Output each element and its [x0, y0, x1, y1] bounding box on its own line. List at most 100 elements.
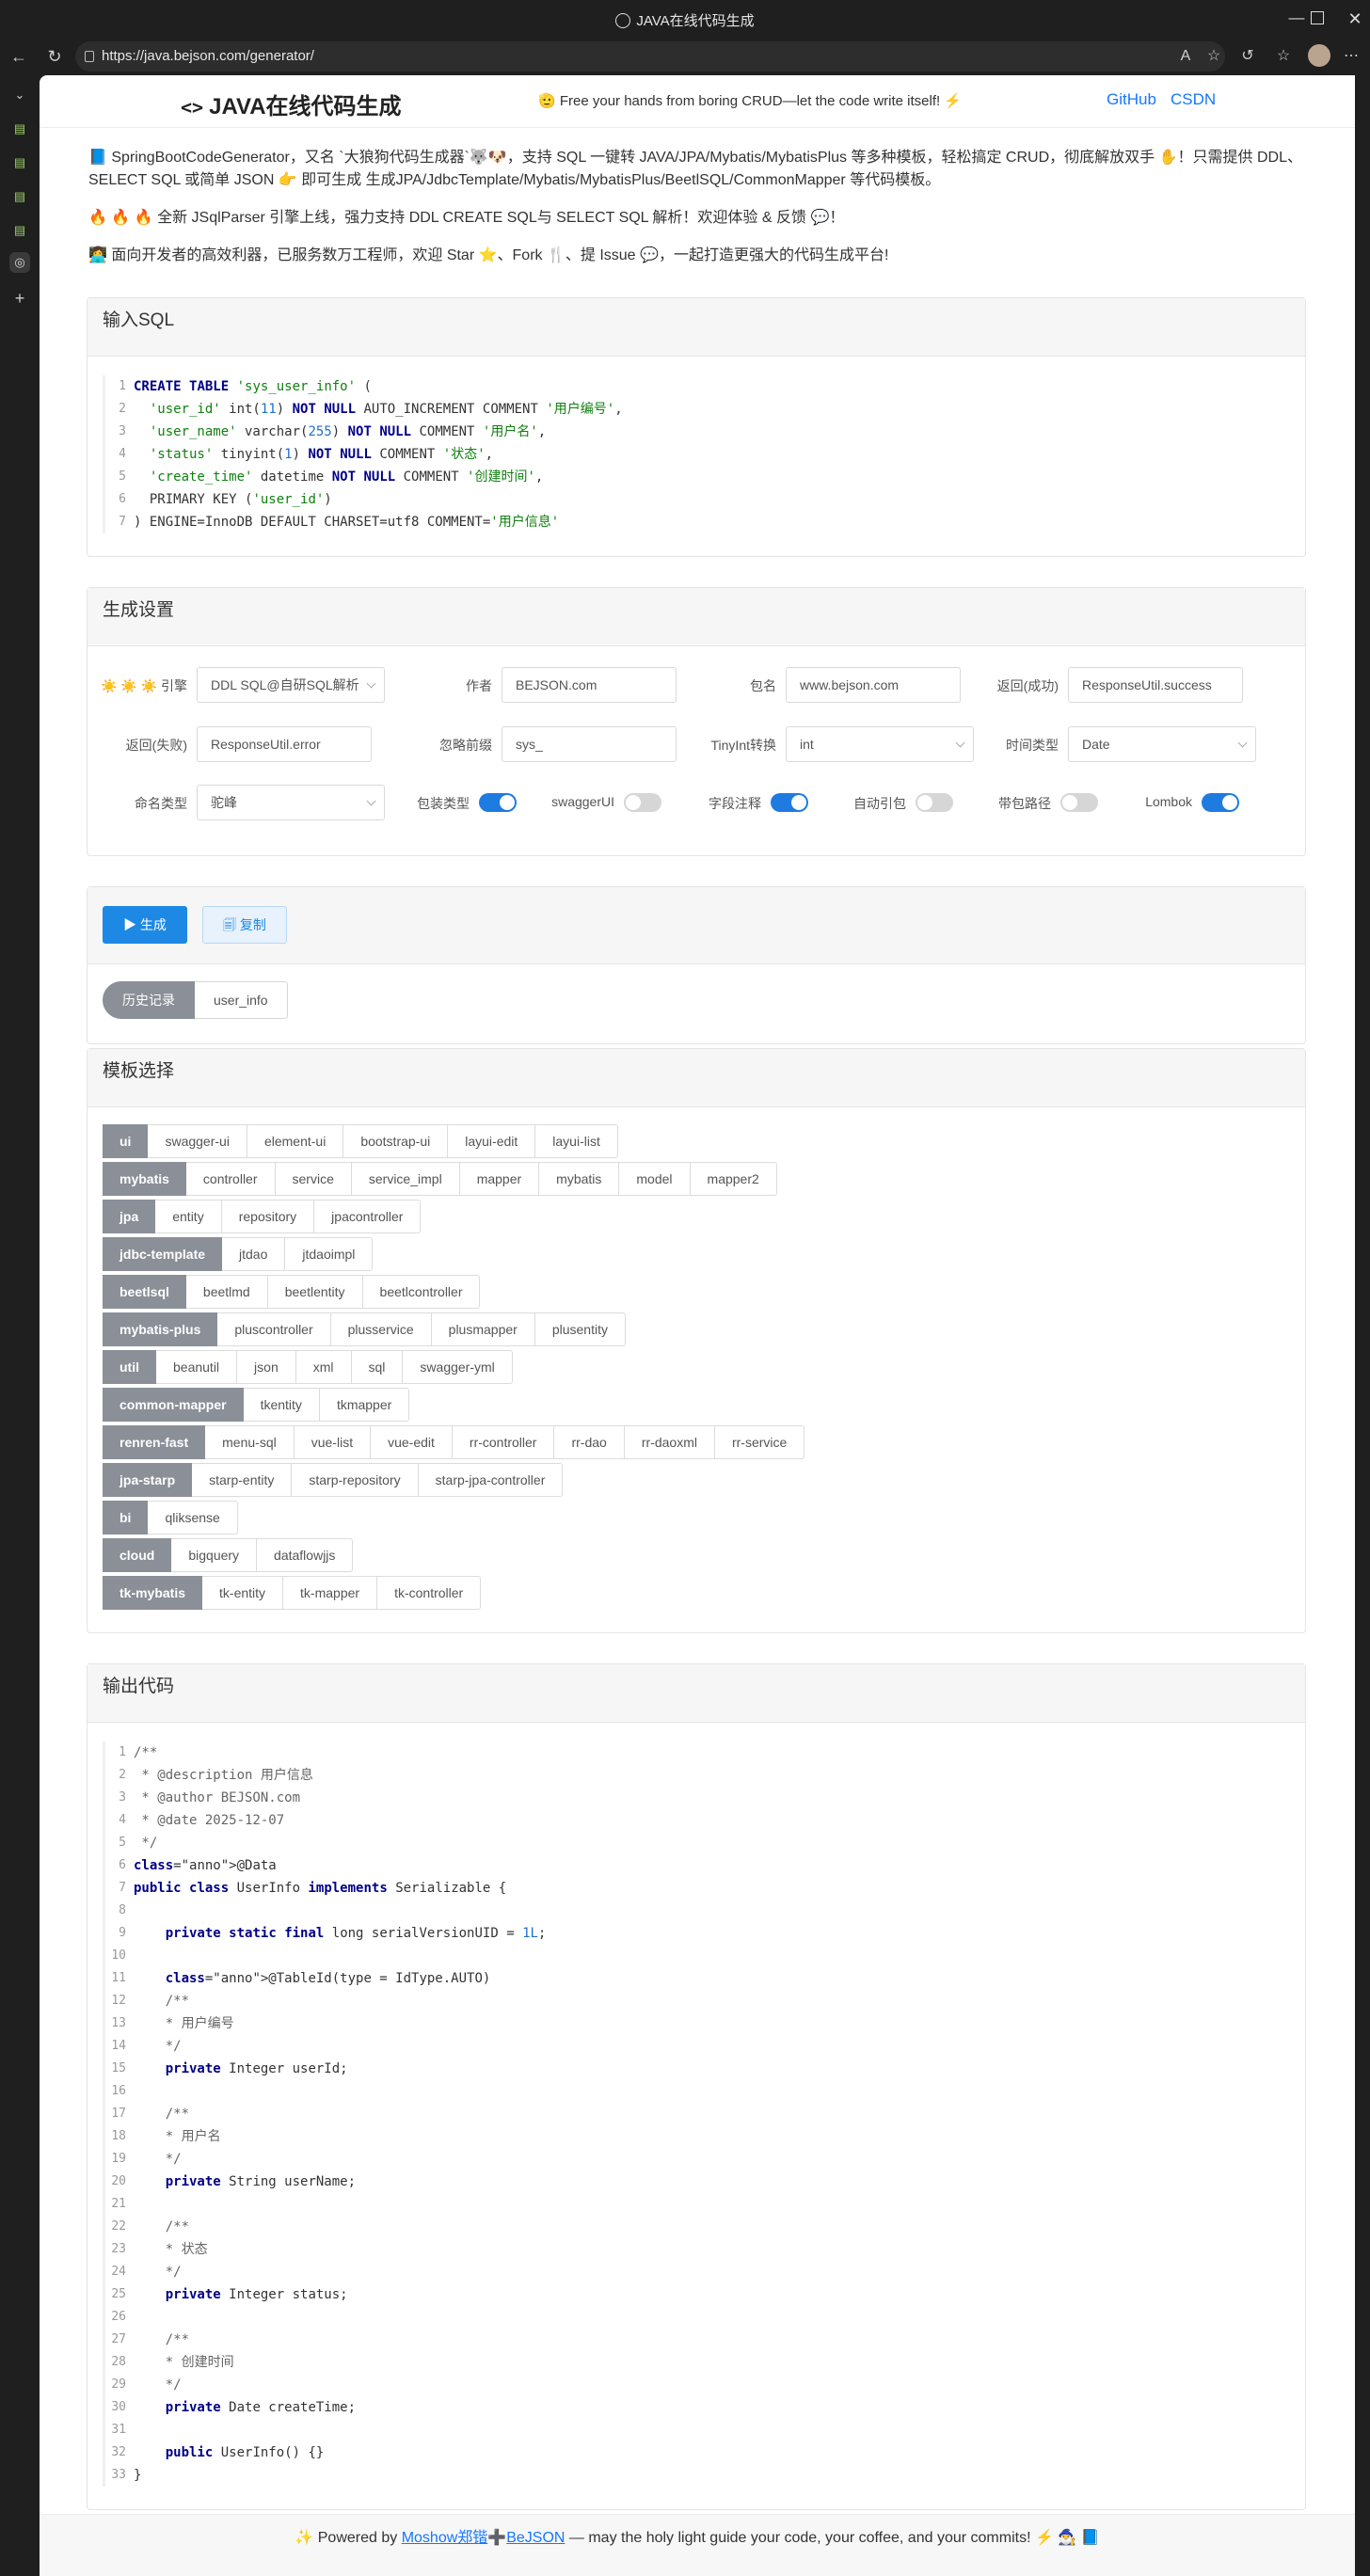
- globe-icon[interactable]: ◎: [9, 252, 30, 273]
- swagger-ui-toggle[interactable]: [624, 793, 661, 812]
- template-option[interactable]: sql: [351, 1350, 404, 1384]
- template-option[interactable]: beetlcontroller: [362, 1275, 481, 1309]
- template-option[interactable]: jtdaoimpl: [285, 1237, 374, 1271]
- csdn-link[interactable]: CSDN: [1171, 90, 1216, 109]
- lombok-toggle[interactable]: [1202, 793, 1239, 812]
- template-option[interactable]: plusmapper: [431, 1312, 535, 1346]
- profile-avatar[interactable]: [1308, 44, 1330, 67]
- bookmark-icon[interactable]: ▤: [9, 119, 30, 139]
- tinyint-select[interactable]: int: [786, 726, 974, 762]
- chevron-down-icon[interactable]: ⌄: [9, 85, 30, 105]
- template-option[interactable]: layui-list: [535, 1124, 618, 1158]
- history-label[interactable]: 历史记录: [103, 981, 195, 1019]
- template-option[interactable]: model: [619, 1162, 691, 1196]
- template-group-tk-mybatis[interactable]: tk-mybatis: [103, 1576, 203, 1610]
- template-option[interactable]: mapper: [459, 1162, 540, 1196]
- return-success-input[interactable]: ResponseUtil.success: [1068, 667, 1243, 703]
- package-input[interactable]: www.bejson.com: [786, 667, 961, 703]
- template-option[interactable]: swagger-ui: [148, 1124, 247, 1158]
- collections-icon[interactable]: ☆: [1272, 45, 1295, 68]
- template-option[interactable]: beetlentity: [267, 1275, 363, 1309]
- engine-select[interactable]: DDL SQL@自研SQL解析: [197, 667, 385, 703]
- template-option[interactable]: swagger-yml: [403, 1350, 513, 1384]
- template-option[interactable]: beanutil: [156, 1350, 238, 1384]
- template-option[interactable]: controller: [185, 1162, 276, 1196]
- template-option[interactable]: jtdao: [222, 1237, 286, 1271]
- copy-button[interactable]: 🗐 复制: [202, 906, 287, 944]
- template-option[interactable]: jpacontroller: [314, 1200, 422, 1233]
- template-option[interactable]: tk-mapper: [283, 1576, 378, 1610]
- output-code[interactable]: 1/** 2 * @description 用户信息 3 * @author BEJ…: [103, 1741, 1292, 2487]
- template-option[interactable]: plusservice: [330, 1312, 432, 1346]
- back-icon[interactable]: ←: [8, 45, 30, 68]
- template-group-cloud[interactable]: cloud: [103, 1538, 172, 1572]
- template-option[interactable]: xml: [295, 1350, 352, 1384]
- reload-icon[interactable]: ↻: [43, 45, 66, 68]
- template-option[interactable]: entity: [155, 1200, 222, 1233]
- field-comment-toggle[interactable]: [771, 793, 808, 812]
- window-close-icon[interactable]: ✕: [1344, 8, 1366, 30]
- template-option[interactable]: beetlmd: [185, 1275, 268, 1309]
- template-group-renren-fast[interactable]: renren-fast: [103, 1425, 206, 1459]
- github-link[interactable]: GitHub: [1107, 90, 1156, 109]
- template-option[interactable]: service: [275, 1162, 352, 1196]
- scrollbar[interactable]: [1355, 75, 1370, 2576]
- template-option[interactable]: starp-repository: [292, 1463, 419, 1497]
- more-icon[interactable]: ⋯: [1340, 45, 1362, 68]
- template-option[interactable]: repository: [221, 1200, 315, 1233]
- bookmark-icon[interactable]: ▤: [9, 220, 30, 241]
- template-group-mybatis[interactable]: mybatis: [103, 1162, 186, 1196]
- template-group-mybatis-plus[interactable]: mybatis-plus: [103, 1312, 218, 1346]
- window-minimize-icon[interactable]: –: [1282, 8, 1304, 30]
- template-option[interactable]: tkmapper: [319, 1388, 410, 1422]
- favorite-icon[interactable]: ☆: [1203, 45, 1225, 68]
- template-option[interactable]: bootstrap-ui: [343, 1124, 449, 1158]
- author-input[interactable]: BEJSON.com: [502, 667, 677, 703]
- sql-editor[interactable]: 1 CREATE TABLE 'sys_user_info' (2 'user_i…: [103, 375, 1292, 533]
- generate-button[interactable]: ▶ 生成: [103, 906, 187, 944]
- template-option[interactable]: starp-jpa-controller: [418, 1463, 564, 1497]
- template-option[interactable]: dataflowjjs: [257, 1538, 354, 1572]
- author-link[interactable]: Moshow郑锴: [402, 2530, 488, 2546]
- template-group-common-mapper[interactable]: common-mapper: [103, 1388, 244, 1422]
- history-item[interactable]: user_info: [195, 981, 288, 1019]
- time-type-select[interactable]: Date: [1068, 726, 1256, 762]
- template-group-ui[interactable]: ui: [103, 1124, 149, 1158]
- template-group-jdbc-template[interactable]: jdbc-template: [103, 1237, 223, 1271]
- return-fail-input[interactable]: ResponseUtil.error: [197, 726, 372, 762]
- template-option[interactable]: service_impl: [351, 1162, 460, 1196]
- template-option[interactable]: mybatis: [539, 1162, 620, 1196]
- bejson-link[interactable]: BeJSON: [506, 2530, 565, 2546]
- template-option[interactable]: tk-entity: [202, 1576, 284, 1610]
- template-group-jpa-starp[interactable]: jpa-starp: [103, 1463, 193, 1497]
- template-option[interactable]: plusentity: [534, 1312, 626, 1346]
- template-option[interactable]: vue-edit: [371, 1425, 453, 1459]
- template-option[interactable]: element-ui: [247, 1124, 344, 1158]
- template-option[interactable]: mapper2: [690, 1162, 777, 1196]
- extensions-icon[interactable]: ↺: [1236, 45, 1259, 68]
- template-group-beetlsql[interactable]: beetlsql: [103, 1275, 186, 1309]
- wrapper-type-toggle[interactable]: [479, 793, 517, 812]
- template-option[interactable]: vue-list: [294, 1425, 372, 1459]
- template-group-jpa[interactable]: jpa: [103, 1200, 156, 1233]
- bookmark-icon[interactable]: ▤: [9, 152, 30, 173]
- translate-icon[interactable]: A: [1174, 45, 1197, 68]
- template-option[interactable]: tk-controller: [377, 1576, 482, 1610]
- template-group-bi[interactable]: bi: [103, 1501, 149, 1534]
- template-option[interactable]: qliksense: [148, 1501, 238, 1534]
- add-icon[interactable]: +: [9, 288, 30, 309]
- template-group-util[interactable]: util: [103, 1350, 156, 1384]
- bookmark-icon[interactable]: ▤: [9, 186, 30, 207]
- template-option[interactable]: rr-service: [714, 1425, 805, 1459]
- url-input[interactable]: https://java.bejson.com/generator/: [75, 41, 1225, 72]
- template-option[interactable]: rr-controller: [452, 1425, 555, 1459]
- template-option[interactable]: bigquery: [171, 1538, 258, 1572]
- template-option[interactable]: rr-dao: [554, 1425, 625, 1459]
- template-option[interactable]: rr-daoxml: [624, 1425, 715, 1459]
- template-option[interactable]: pluscontroller: [217, 1312, 331, 1346]
- template-option[interactable]: layui-edit: [448, 1124, 536, 1158]
- template-option[interactable]: menu-sql: [205, 1425, 295, 1459]
- auto-import-toggle[interactable]: [916, 793, 953, 812]
- window-maximize-icon[interactable]: [1311, 11, 1324, 24]
- package-path-toggle[interactable]: [1060, 793, 1098, 812]
